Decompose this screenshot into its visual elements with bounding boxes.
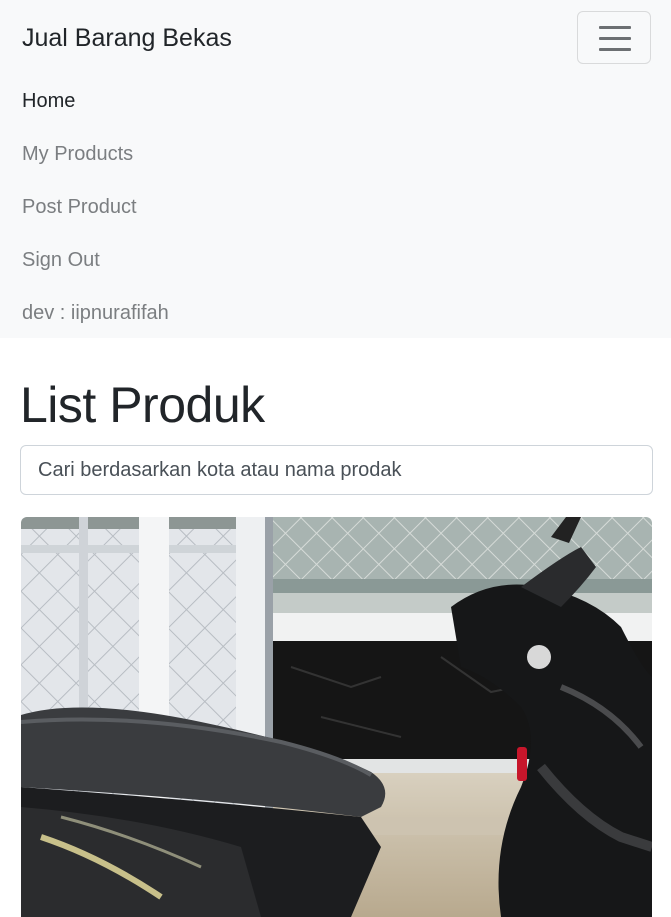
product-image[interactable]: [21, 517, 652, 917]
search-input[interactable]: [20, 445, 653, 495]
nav-item-home[interactable]: Home: [22, 75, 169, 128]
brand-link[interactable]: Jual Barang Bekas: [22, 24, 232, 53]
nav-menu: Home My Products Post Product Sign Out d…: [22, 75, 169, 340]
hamburger-icon: [599, 26, 631, 29]
nav-item-dev-credit[interactable]: dev : iipnurafifah: [22, 287, 169, 340]
nav-item-sign-out[interactable]: Sign Out: [22, 234, 169, 287]
nav-item-post-product[interactable]: Post Product: [22, 181, 169, 234]
navbar-toggler-button[interactable]: [577, 11, 651, 64]
main-content: List Produk: [0, 338, 671, 917]
product-card[interactable]: [21, 517, 652, 917]
nav-item-my-products[interactable]: My Products: [22, 128, 169, 181]
navbar: Jual Barang Bekas Home My Products Post …: [0, 0, 671, 338]
page-title: List Produk: [20, 377, 265, 433]
